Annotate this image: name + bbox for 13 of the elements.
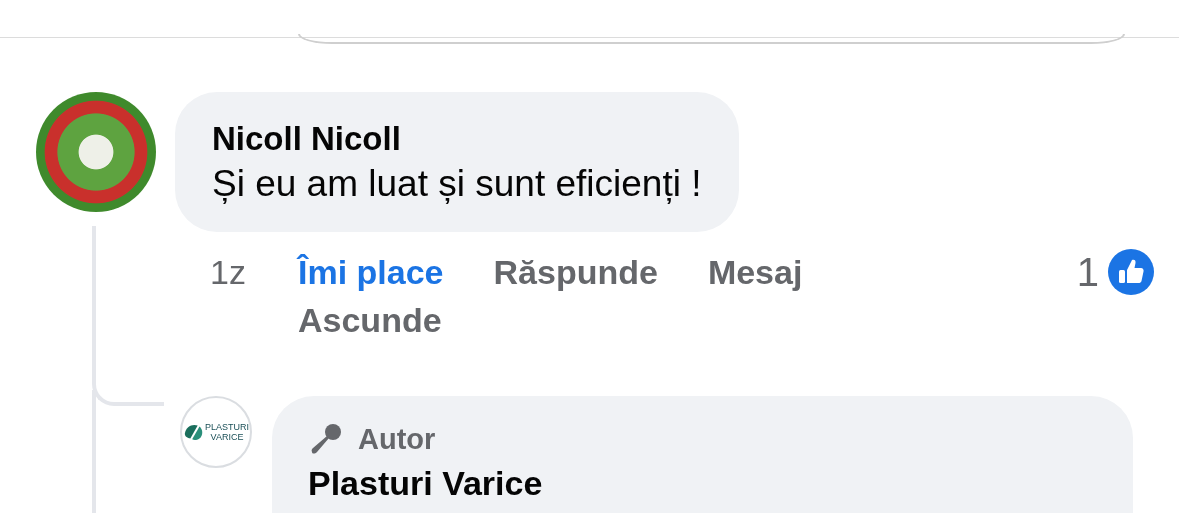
logo-text: PLASTURI [205, 422, 249, 432]
thumbs-up-icon[interactable] [1107, 248, 1155, 296]
reaction-count[interactable]: 1 [1076, 248, 1099, 296]
comment-action-link[interactable]: Mesaj [707, 248, 803, 296]
page-logo-avatar[interactable]: PLASTURI VARICE [180, 396, 252, 468]
comment-action-link[interactable]: Îmi place [298, 248, 444, 296]
comment-action-link[interactable]: Răspunde [493, 248, 658, 296]
author-name[interactable]: Nicoll Nicoll [212, 118, 702, 160]
author-label: Autor [358, 422, 436, 457]
author-name[interactable]: Plasturi Varice [308, 458, 1097, 508]
comment-text: Și eu am luat și sunt eficienți ! [212, 162, 702, 206]
logo-text: VARICE [210, 432, 244, 442]
comment-action-link[interactable]: Ascunde [298, 296, 442, 344]
